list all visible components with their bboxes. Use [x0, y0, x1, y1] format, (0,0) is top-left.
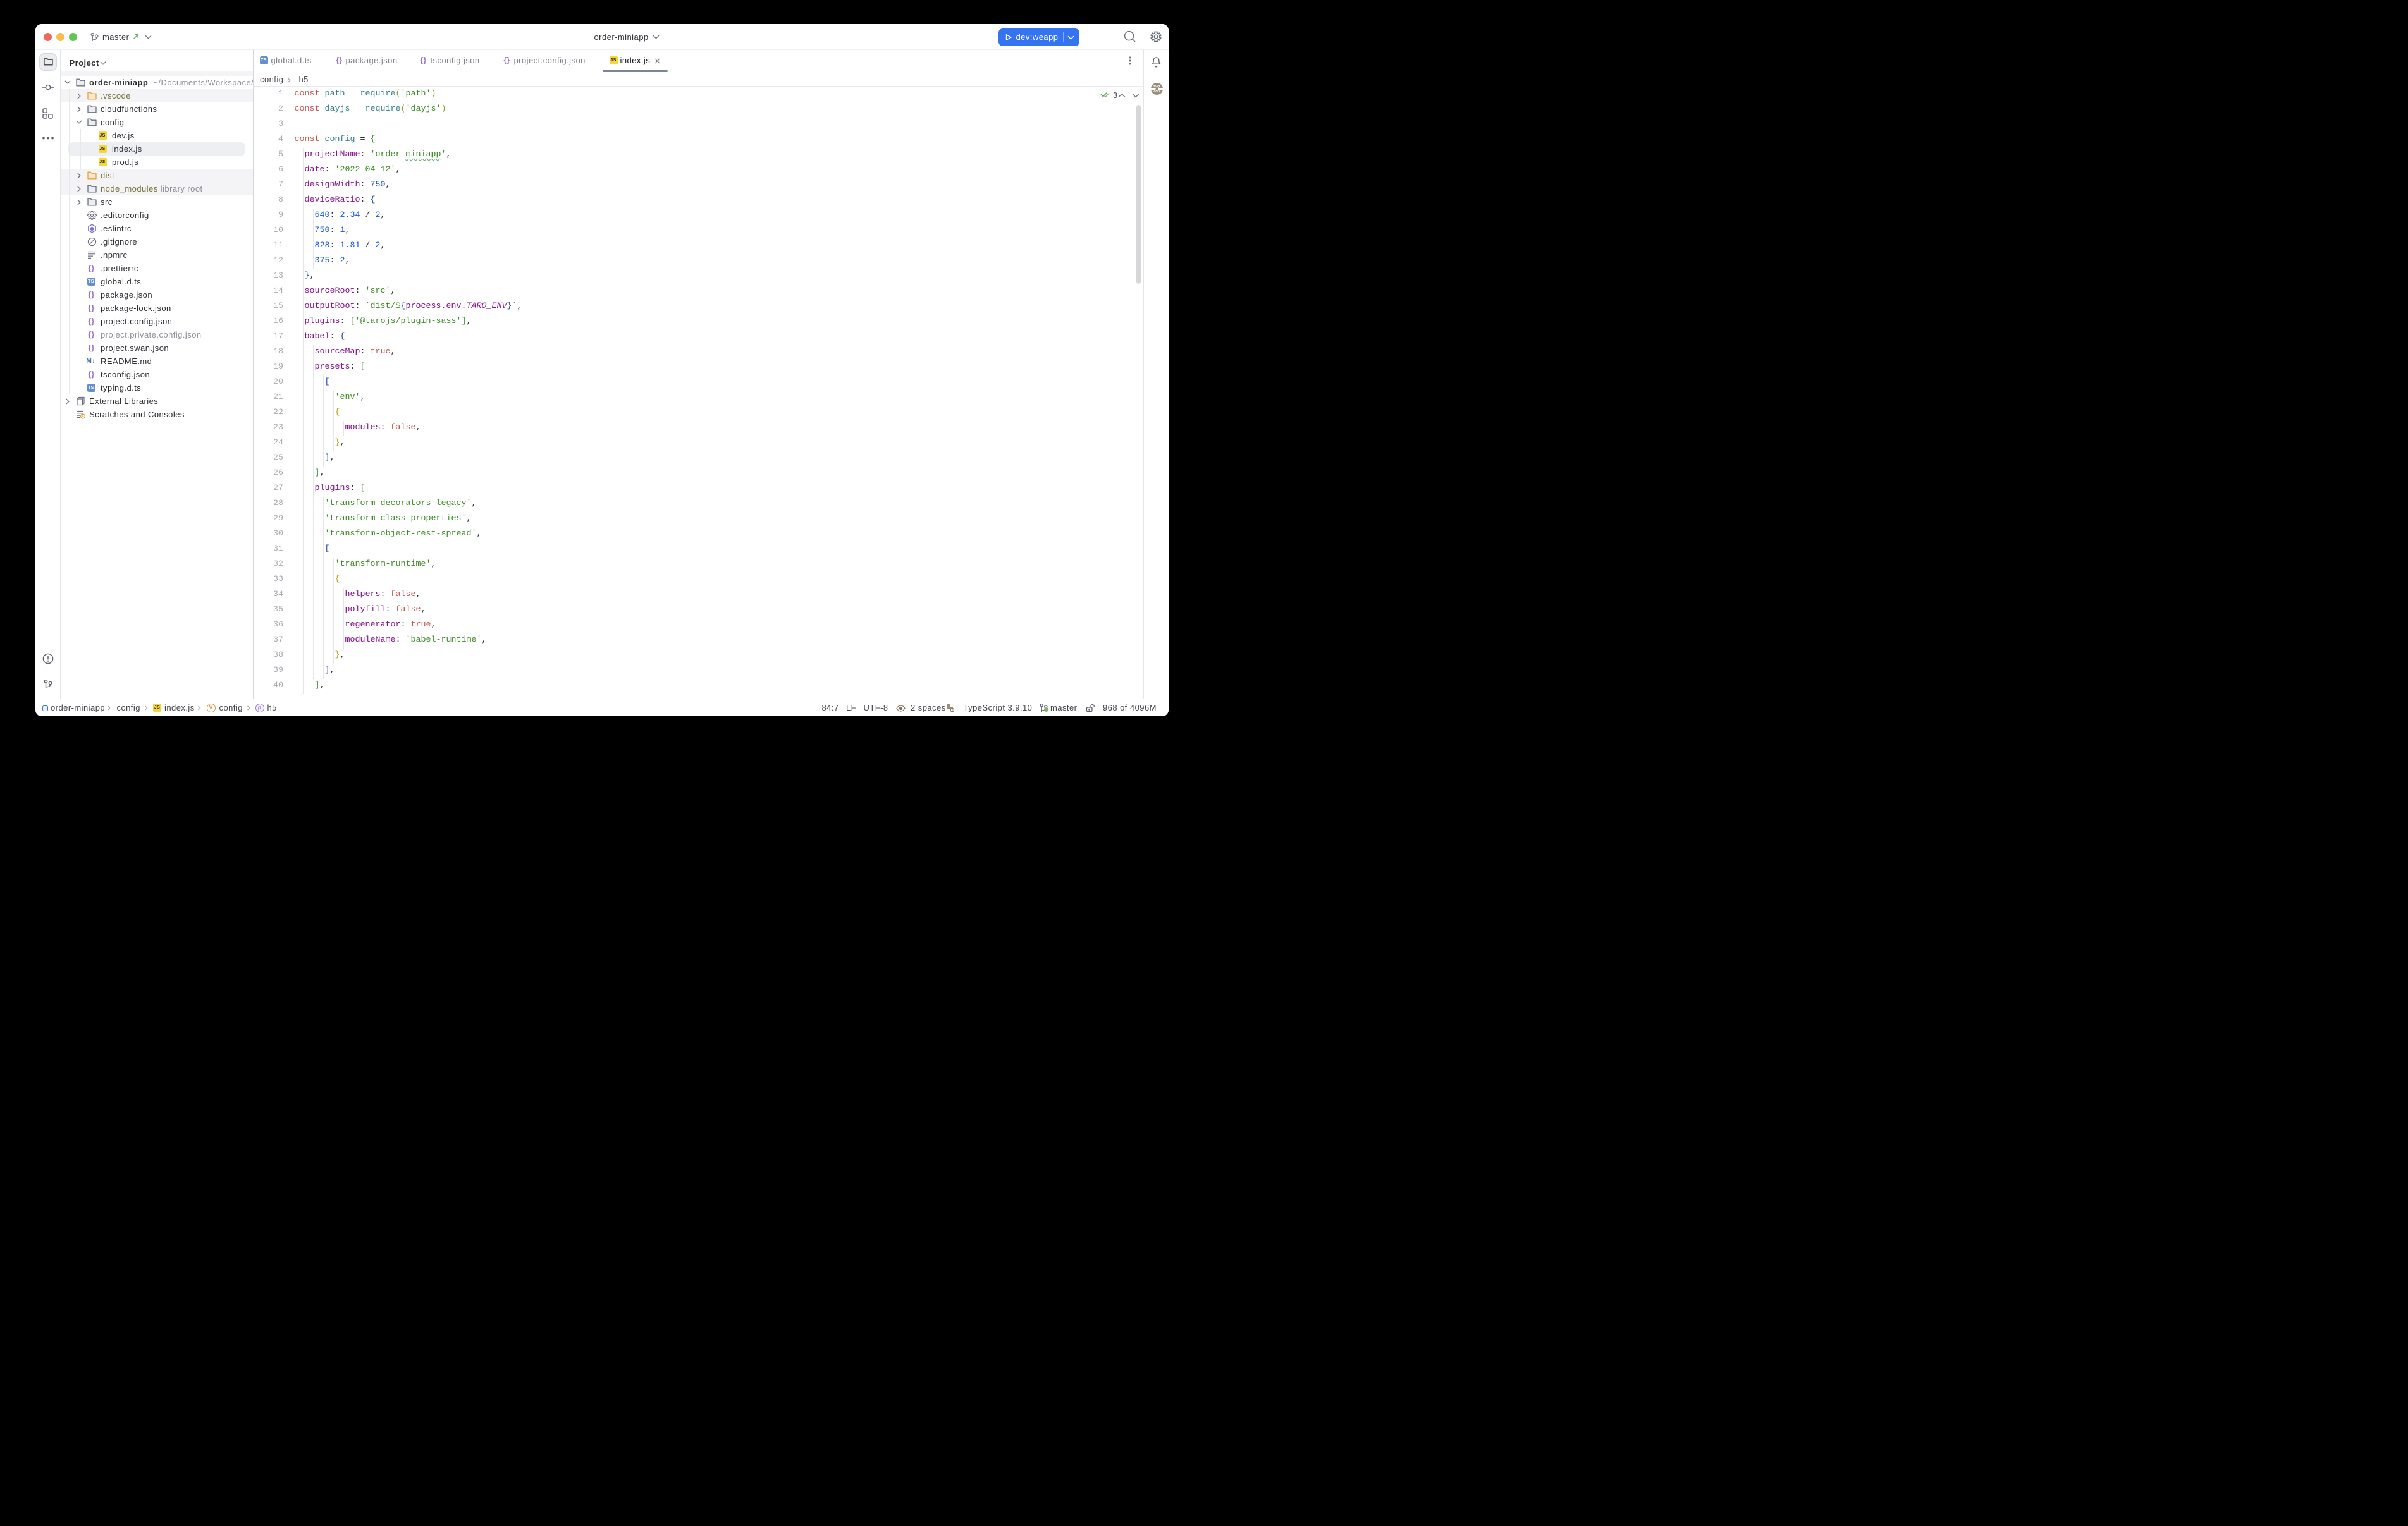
svg-text:X: X — [1153, 84, 1159, 94]
